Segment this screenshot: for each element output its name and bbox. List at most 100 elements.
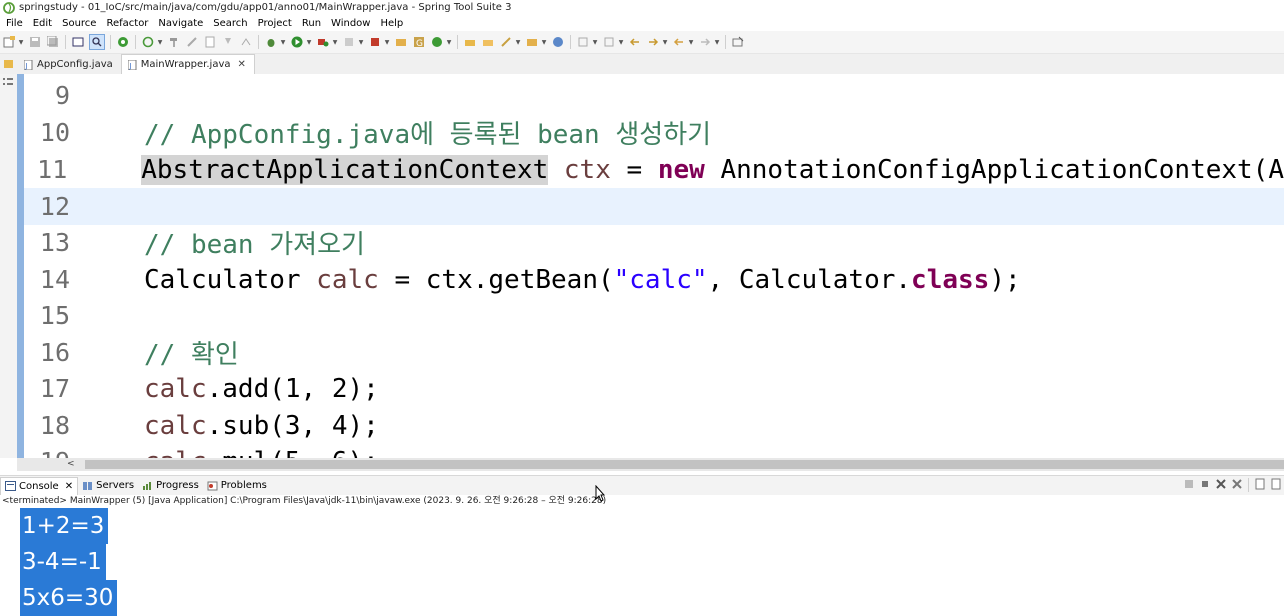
search-icon[interactable] xyxy=(89,34,105,50)
annotation-prev-dropdown-icon[interactable]: ▼ xyxy=(618,35,624,49)
forward-icon[interactable] xyxy=(698,35,712,49)
stop-icon[interactable] xyxy=(1199,478,1211,490)
svg-text:G: G xyxy=(416,39,423,48)
forward-edit-icon[interactable] xyxy=(646,35,660,49)
refresh-icon[interactable] xyxy=(141,35,155,49)
toolbar-separator xyxy=(570,35,571,49)
new-class-icon[interactable]: G xyxy=(412,35,426,49)
menu-search[interactable]: Search xyxy=(208,18,252,29)
open-type-icon[interactable] xyxy=(463,35,477,49)
debug-dropdown-icon[interactable]: ▼ xyxy=(280,35,286,49)
toolbar-separator xyxy=(135,35,136,49)
new-package-icon[interactable] xyxy=(394,35,408,49)
pen-dropdown-icon[interactable]: ▼ xyxy=(515,35,521,49)
code-variable: calc xyxy=(144,410,207,441)
stop-icon[interactable] xyxy=(368,35,382,49)
console-icon xyxy=(5,481,16,491)
tab-problems[interactable]: Problems xyxy=(203,477,271,494)
menu-edit[interactable]: Edit xyxy=(28,18,57,29)
scroll-left-icon[interactable]: < xyxy=(67,458,75,471)
open-resource-icon[interactable] xyxy=(481,35,495,49)
pin-icon[interactable] xyxy=(221,35,235,49)
run-dropdown-icon[interactable]: ▼ xyxy=(306,35,312,49)
console-tab-bar: Console ✕ Servers Progress Problems xyxy=(0,475,1284,495)
remove-launch-icon[interactable] xyxy=(1215,478,1227,490)
forward-dropdown-icon[interactable]: ▼ xyxy=(714,35,720,49)
remove-all-icon[interactable] xyxy=(1231,478,1243,490)
forward-edit-dropdown-icon[interactable]: ▼ xyxy=(662,35,668,49)
last-edit-icon[interactable] xyxy=(628,35,642,49)
server-icon[interactable] xyxy=(342,35,356,49)
console-output[interactable]: 1+2=3 3-4=-1 5x6=30 xyxy=(0,508,1284,616)
menu-refactor[interactable]: Refactor xyxy=(101,18,153,29)
external-tools-dropdown-icon[interactable]: ▼ xyxy=(332,35,338,49)
annotation-next-dropdown-icon[interactable]: ▼ xyxy=(592,35,598,49)
package-explorer-minimized[interactable] xyxy=(0,54,18,74)
spring-boot-icon[interactable] xyxy=(116,35,130,49)
package-explorer-icon[interactable] xyxy=(0,54,18,74)
menu-file[interactable]: File xyxy=(0,18,28,29)
tab-label: MainWrapper.java xyxy=(140,59,231,70)
terminate-icon[interactable] xyxy=(1183,478,1195,490)
menu-run[interactable]: Run xyxy=(297,18,326,29)
scrollbar-thumb[interactable] xyxy=(85,460,1284,469)
spring-leaf-icon xyxy=(3,1,15,14)
code-editor[interactable]: 9 10 // AppConfig.java에 등록된 bean 생성하기 11… xyxy=(17,74,1284,458)
java-file-icon: J xyxy=(24,59,33,70)
annotation-prev-icon[interactable] xyxy=(602,35,616,49)
task-icon[interactable] xyxy=(525,35,539,49)
tab-console[interactable]: Console ✕ xyxy=(0,476,79,495)
scroll-lock-icon[interactable] xyxy=(1254,478,1266,490)
refresh-dropdown-icon[interactable]: ▼ xyxy=(157,35,163,49)
word-wrap-icon[interactable] xyxy=(1270,478,1282,490)
code-text: .sub(3, 4); xyxy=(206,410,379,441)
console-output-line: 1+2=3 xyxy=(20,508,109,544)
menu-source[interactable]: Source xyxy=(57,18,101,29)
svg-text:J: J xyxy=(128,62,131,70)
annotation-ruler xyxy=(17,74,24,458)
outline-icon[interactable] xyxy=(0,74,17,94)
doc-icon[interactable] xyxy=(203,35,217,49)
tab-appconfig-java[interactable]: J AppConfig.java xyxy=(18,55,121,74)
external-tools-icon[interactable] xyxy=(316,35,330,49)
tab-label: Servers xyxy=(96,480,135,491)
hammer-icon[interactable] xyxy=(167,35,181,49)
save-icon[interactable] xyxy=(28,35,42,49)
terminal-icon[interactable] xyxy=(71,35,85,49)
edit-icon[interactable] xyxy=(185,35,199,49)
back-icon[interactable] xyxy=(672,35,686,49)
code-line: 9 xyxy=(24,77,1284,114)
code-line: 17 calc.add(1, 2); xyxy=(24,370,1284,407)
code-line: 13 // bean 가져오기 xyxy=(24,224,1284,261)
save-all-icon[interactable] xyxy=(46,35,60,49)
pen-icon[interactable] xyxy=(499,35,513,49)
back-dropdown-icon[interactable]: ▼ xyxy=(688,35,694,49)
debug-icon[interactable] xyxy=(264,35,278,49)
pin-editor-icon[interactable] xyxy=(731,35,745,49)
run-icon[interactable] xyxy=(290,35,304,49)
task-dropdown-icon[interactable]: ▼ xyxy=(541,35,547,49)
code-text: , Calculator. xyxy=(707,264,912,295)
new-spring-dropdown-icon[interactable]: ▼ xyxy=(446,35,452,49)
tab-servers[interactable]: Servers xyxy=(78,477,138,494)
globe-icon[interactable] xyxy=(551,35,565,49)
tab-mainwrapper-java[interactable]: J MainWrapper.java ✕ xyxy=(120,54,255,74)
nav-icon[interactable] xyxy=(239,35,253,49)
menu-navigate[interactable]: Navigate xyxy=(153,18,208,29)
new-spring-icon[interactable] xyxy=(430,35,444,49)
new-icon[interactable] xyxy=(2,35,16,49)
menu-help[interactable]: Help xyxy=(375,18,408,29)
java-file-icon: J xyxy=(127,59,137,70)
close-icon[interactable]: ✕ xyxy=(238,59,246,70)
server-dropdown-icon[interactable]: ▼ xyxy=(358,35,364,49)
stop-dropdown-icon[interactable]: ▼ xyxy=(384,35,390,49)
code-line: 18 calc.sub(3, 4); xyxy=(24,407,1284,444)
menu-window[interactable]: Window xyxy=(326,18,375,29)
menu-project[interactable]: Project xyxy=(253,18,297,29)
code-text: ); xyxy=(989,264,1021,295)
close-icon[interactable]: ✕ xyxy=(65,481,73,492)
new-dropdown-icon[interactable]: ▼ xyxy=(18,35,24,49)
annotation-next-icon[interactable] xyxy=(576,35,590,49)
editor-horizontal-scrollbar[interactable]: < xyxy=(17,458,1284,471)
tab-progress[interactable]: Progress xyxy=(138,477,203,494)
